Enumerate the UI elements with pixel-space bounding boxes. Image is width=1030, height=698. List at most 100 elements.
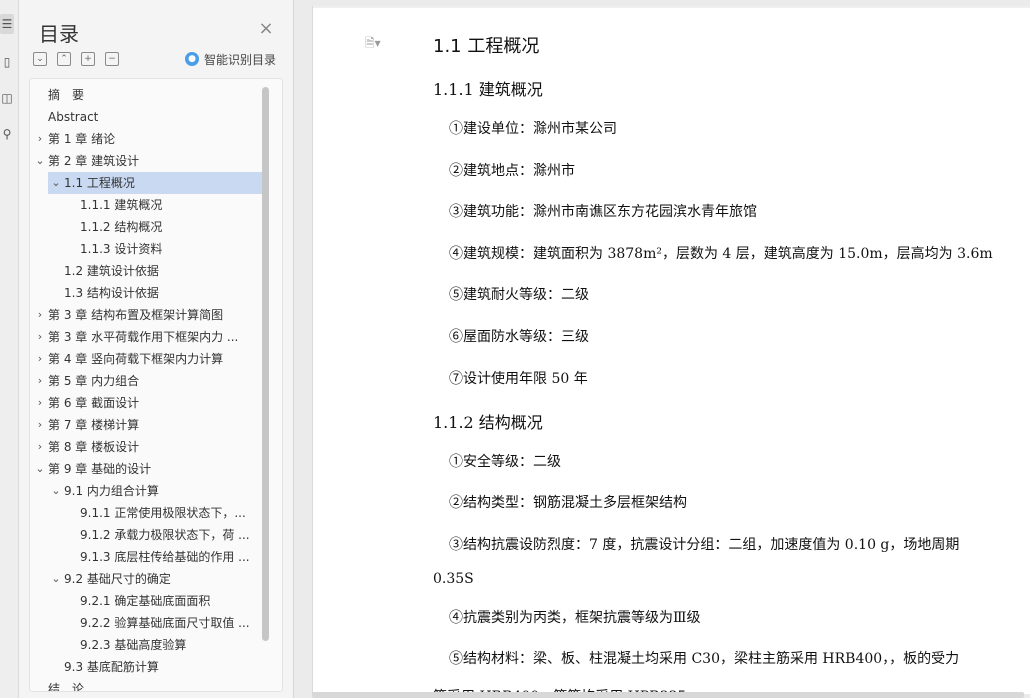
chevron-down-icon[interactable]: ⌄: [50, 172, 62, 194]
toc-item[interactable]: › 第 7 章 楼梯计算: [30, 414, 262, 436]
toc-item[interactable]: 9.1.1 正常使用极限状态下，...: [30, 502, 262, 524]
toc-item-label: 结 论: [48, 682, 85, 692]
paragraph: ⑦设计使用年限 50 年: [449, 371, 588, 387]
toc-item[interactable]: › 第 5 章 内力组合: [30, 370, 262, 392]
toc-item-label: 1.1.2 结构概况: [80, 220, 163, 234]
toc-item-label: 第 4 章 竖向荷载下框架内力计算: [48, 352, 224, 366]
toc-item[interactable]: › 第 3 章 结构布置及框架计算简图: [30, 304, 262, 326]
paragraph: ⑤建筑耐火等级：二级: [449, 287, 589, 303]
toc-item[interactable]: › 第 8 章 楼板设计: [30, 436, 262, 458]
toc-item[interactable]: 1.2 建筑设计依据: [30, 260, 262, 282]
toc-item-label: 1.3 结构设计依据: [64, 286, 159, 300]
toc-item-label: 第 2 章 建筑设计: [48, 154, 140, 168]
toc-item-label: 9.2.2 验算基础底面尺寸取值 ...: [80, 616, 250, 630]
toc-item[interactable]: › 第 6 章 截面设计: [30, 392, 262, 414]
toc-item[interactable]: 9.3 基底配筋计算: [30, 656, 262, 678]
toc-item[interactable]: 9.2.3 基础高度验算: [30, 634, 262, 656]
chevron-right-icon[interactable]: ›: [34, 128, 46, 150]
horizontal-scrollbar[interactable]: [312, 692, 1024, 698]
toc-item[interactable]: ⌄ 1.1 工程概况: [48, 172, 262, 194]
toc-item[interactable]: 9.2.2 验算基础底面尺寸取值 ...: [30, 612, 262, 634]
toc-item-label: 第 8 章 楼板设计: [48, 440, 140, 454]
toc-item-label: 9.2.3 基础高度验算: [80, 638, 187, 652]
toc-panel: 目录 × ⌄ ⌃ + − ● 智能识别目录 摘 要 Abstract › 第 1 章 …: [19, 0, 294, 698]
toc-item[interactable]: Abstract: [30, 106, 262, 128]
toc-item-label: 9.1 内力组合计算: [64, 484, 159, 498]
toc-item-label: 9.2 基础尺寸的确定: [64, 572, 171, 586]
paragraph: ③结构抗震设防烈度：7 度，抗震设计分组：二组，加速度值为 0.10 g，场地周…: [449, 537, 960, 553]
section-heading: 1.1 工程概况: [433, 36, 540, 57]
chevron-down-icon[interactable]: ⌄: [50, 568, 62, 590]
toc-item-label: 第 1 章 绪论: [48, 132, 116, 146]
toc-item[interactable]: › 第 4 章 竖向荷载下框架内力计算: [30, 348, 262, 370]
toc-item[interactable]: › 第 3 章 水平荷载作用下框架内力 ...: [30, 326, 262, 348]
toc-item-label: 第 5 章 内力组合: [48, 374, 140, 388]
document-page: 🗎▾ 1.1 工程概况 1.1.1 建筑概况 ①建设单位：滁州市某公司 ②建筑地…: [312, 6, 1030, 694]
chevron-right-icon[interactable]: ›: [34, 436, 46, 458]
page-top-edge: [313, 6, 1030, 8]
add-item-icon[interactable]: +: [81, 52, 95, 66]
toc-item[interactable]: ⌄ 9.2 基础尺寸的确定: [30, 568, 262, 590]
toc-item[interactable]: › 第 1 章 绪论: [30, 128, 262, 150]
chevron-down-icon[interactable]: ⌄: [34, 458, 46, 480]
toc-item[interactable]: 摘 要: [30, 84, 262, 106]
paragraph: ③建筑功能：滁州市南谯区东方花园滨水青年旅馆: [449, 204, 757, 220]
toc-item[interactable]: 1.1.3 设计资料: [30, 238, 262, 260]
chevron-right-icon[interactable]: ›: [34, 414, 46, 436]
toc-item-label: 第 3 章 水平荷载作用下框架内力 ...: [48, 330, 239, 344]
left-icon-strip: ☰ ▯ ◫ ⚲: [0, 0, 19, 698]
chevron-right-icon[interactable]: ›: [34, 348, 46, 370]
chevron-right-icon[interactable]: ›: [34, 370, 46, 392]
chevron-right-icon[interactable]: ›: [34, 326, 46, 348]
collapse-all-icon[interactable]: ⌄: [33, 52, 47, 66]
toc-item-label: 摘 要: [48, 88, 85, 102]
toc-item-label: 9.3 基底配筋计算: [64, 660, 159, 674]
toc-item-label: Abstract: [48, 110, 99, 124]
toc-item-label: 9.1.3 底层柱传给基础的作用 ...: [80, 550, 250, 564]
toc-item[interactable]: 1.1.2 结构概况: [30, 216, 262, 238]
bookmark-icon[interactable]: ◫: [0, 88, 14, 108]
toc-item[interactable]: 9.1.3 底层柱传给基础的作用 ...: [30, 546, 262, 568]
expand-up-icon[interactable]: ⌃: [57, 52, 71, 66]
chevron-down-icon[interactable]: ⌄: [50, 480, 62, 502]
paragraph-menu-icon[interactable]: 🗎▾: [365, 34, 389, 50]
search-icon[interactable]: ⚲: [0, 124, 14, 144]
smart-recognize-label: 智能识别目录: [204, 52, 277, 67]
chevron-down-icon[interactable]: ⌄: [34, 150, 46, 172]
paragraph: ⑥屋面防水等级：三级: [449, 329, 589, 345]
page-icon[interactable]: ▯: [0, 52, 14, 72]
toc-item[interactable]: ⌄ 第 2 章 建筑设计: [30, 150, 262, 172]
remove-item-icon[interactable]: −: [105, 52, 119, 66]
toc-item-label: 第 9 章 基础的设计: [48, 462, 152, 476]
chevron-right-icon[interactable]: ›: [34, 392, 46, 414]
paragraph: ②建筑地点：滁州市: [449, 163, 575, 179]
toc-item[interactable]: ⌄ 第 9 章 基础的设计: [30, 458, 262, 480]
toc-icon[interactable]: ☰: [0, 14, 14, 34]
toc-item-label: 1.2 建筑设计依据: [64, 264, 159, 278]
paragraph: ④抗震类别为丙类，框架抗震等级为Ⅲ级: [449, 610, 701, 626]
panel-title: 目录: [39, 22, 79, 46]
close-icon[interactable]: ×: [257, 20, 275, 38]
toc-item-label: 第 7 章 楼梯计算: [48, 418, 140, 432]
toc-item-label: 9.1.1 正常使用极限状态下，...: [80, 506, 246, 520]
toc-item[interactable]: 1.1.1 建筑概况: [30, 194, 262, 216]
subsection-heading-1: 1.1.1 建筑概况: [433, 80, 543, 99]
toc-item-label: 1.1.3 设计资料: [80, 242, 163, 256]
paragraph: ①建设单位：滁州市某公司: [449, 121, 617, 137]
smart-recognize-toc-button[interactable]: ● 智能识别目录: [185, 50, 276, 68]
paragraph: ①安全等级：二级: [449, 454, 561, 470]
toc-item-label: 9.1.2 承载力极限状态下，荷 ...: [80, 528, 250, 542]
toc-item-label: 第 6 章 截面设计: [48, 396, 140, 410]
toc-item[interactable]: 结 论: [30, 678, 262, 692]
chevron-right-icon[interactable]: ›: [34, 304, 46, 326]
toc-item-label: 1.1.1 建筑概况: [80, 198, 163, 212]
toc-item[interactable]: 9.2.1 确定基础底面面积: [30, 590, 262, 612]
toc-item[interactable]: 9.1.2 承载力极限状态下，荷 ...: [30, 524, 262, 546]
subsection-heading-2: 1.1.2 结构概况: [433, 413, 543, 432]
toc-item[interactable]: ⌄ 9.1 内力组合计算: [30, 480, 262, 502]
toc-item-label: 第 3 章 结构布置及框架计算简图: [48, 308, 224, 322]
paragraph: ②结构类型：钢筋混凝土多层框架结构: [449, 495, 687, 511]
toc-item[interactable]: 1.3 结构设计依据: [30, 282, 262, 304]
toc-scrollbar[interactable]: [262, 87, 269, 641]
toc-tree: 摘 要 Abstract › 第 1 章 绪论 ⌄ 第 2 章 建筑设计 ⌄ 1.1 工程概况…: [29, 78, 283, 692]
